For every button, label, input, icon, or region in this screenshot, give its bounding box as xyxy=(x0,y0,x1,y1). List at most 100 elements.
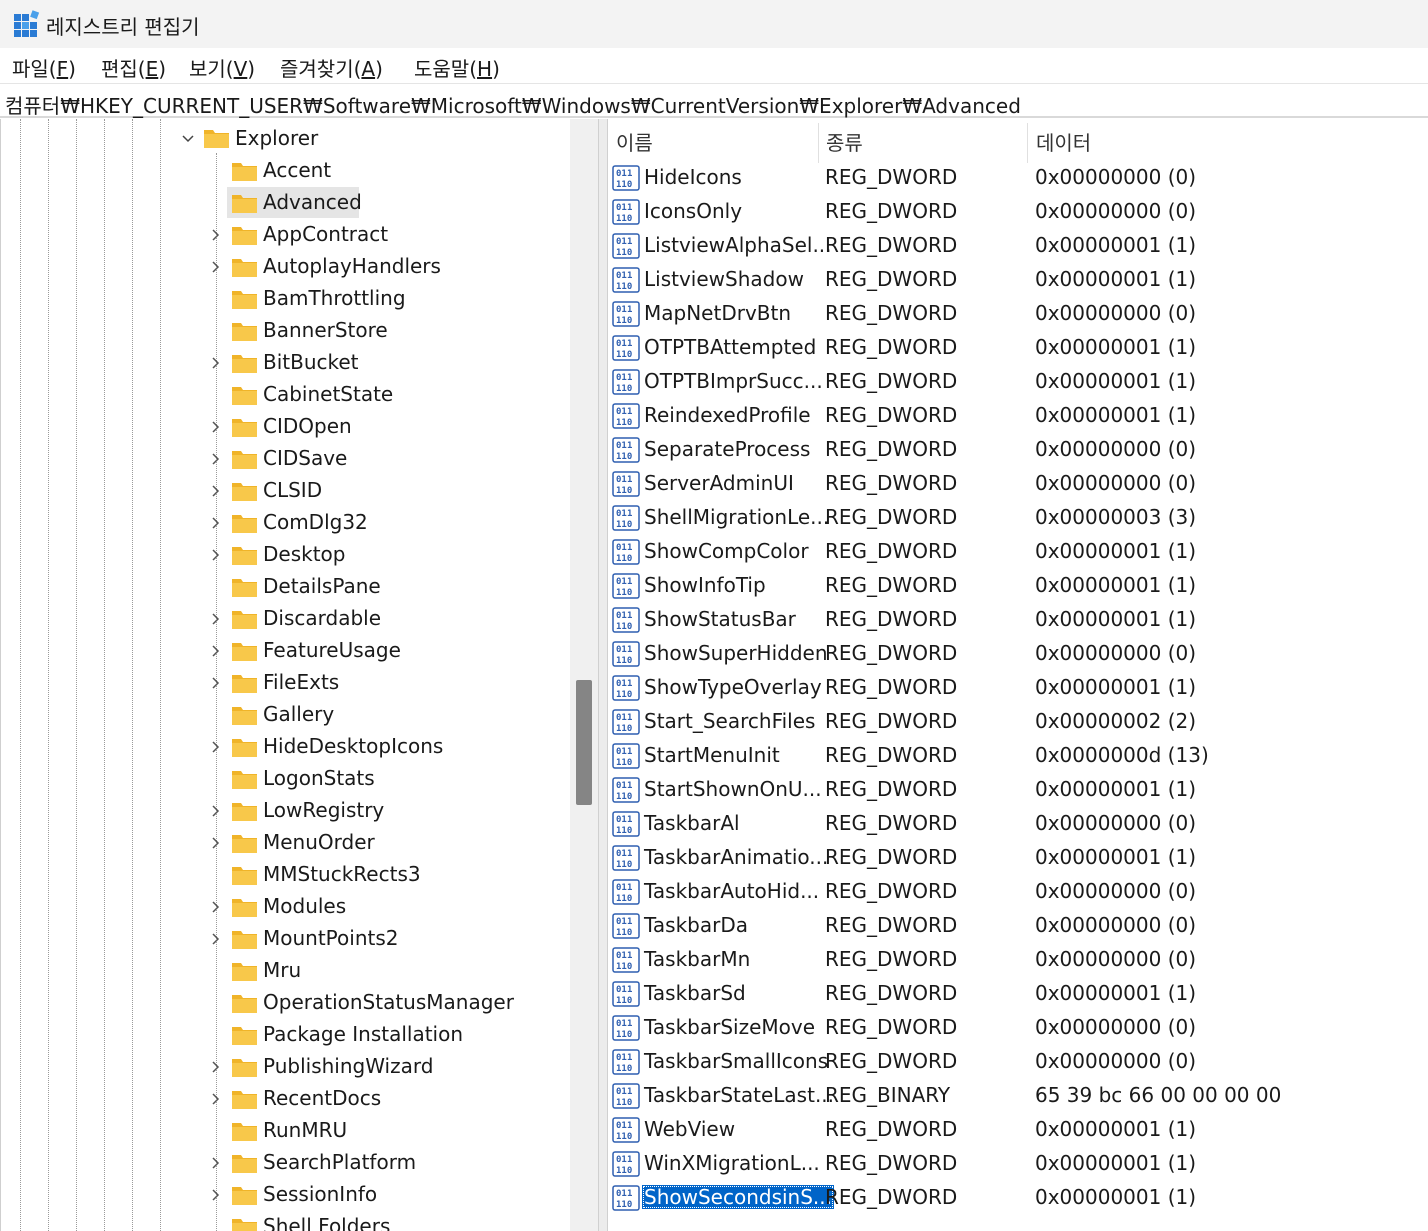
value-row[interactable]: 01 1 110 ServerAdminUI REG_DWORD 0x00000000 (… xyxy=(608,468,1428,502)
chevron-right-icon[interactable] xyxy=(209,900,223,914)
tree-item[interactable]: BannerStore xyxy=(1,315,571,347)
tree-item[interactable]: Advanced xyxy=(1,187,571,219)
tree-item[interactable]: AutoplayHandlers xyxy=(1,251,571,283)
tree-item[interactable]: FeatureUsage xyxy=(1,635,571,667)
menu-help[interactable]: 도움말(H) xyxy=(414,53,500,82)
tree-item[interactable]: LowRegistry xyxy=(1,795,571,827)
chevron-right-icon[interactable] xyxy=(209,484,223,498)
value-row[interactable]: 01 1 110 ShowCompColor REG_DWORD 0x00000001 (… xyxy=(608,536,1428,570)
tree-scrollbar[interactable] xyxy=(570,119,598,1231)
chevron-right-icon[interactable] xyxy=(209,1060,223,1074)
value-name[interactable]: TaskbarDa xyxy=(642,913,750,937)
menu-view[interactable]: 보기(V) xyxy=(189,53,255,82)
value-list[interactable]: 이름 종류 데이터 01 1 110 HideIcons REG_DWORD 0x0000… xyxy=(608,119,1428,1231)
tree-item[interactable]: DetailsPane xyxy=(1,571,571,603)
tree-item[interactable]: Shell Folders xyxy=(1,1211,571,1231)
value-row[interactable]: 01 1 110 TaskbarSd REG_DWORD 0x00000001 (1) xyxy=(608,978,1428,1012)
tree-item[interactable]: Gallery xyxy=(1,699,571,731)
value-name[interactable]: ShowCompColor xyxy=(642,539,811,563)
tree-item[interactable]: MMStuckRects3 xyxy=(1,859,571,891)
chevron-right-icon[interactable] xyxy=(209,644,223,658)
value-name[interactable]: ServerAdminUI xyxy=(642,471,796,495)
tree-item[interactable]: ComDlg32 xyxy=(1,507,571,539)
address-path[interactable]: 컴퓨터₩HKEY_CURRENT_USER₩Software₩Microsoft… xyxy=(5,90,1021,119)
menu-edit[interactable]: 편집(E) xyxy=(101,53,166,82)
column-header-type[interactable]: 종류 xyxy=(818,127,863,167)
value-row[interactable]: 01 1 110 TaskbarSizeMove REG_DWORD 0x00000000… xyxy=(608,1012,1428,1046)
value-row[interactable]: 01 1 110 TaskbarAutoHid... REG_DWORD 0x000000… xyxy=(608,876,1428,910)
tree-item[interactable]: Desktop xyxy=(1,539,571,571)
value-row[interactable]: 01 1 110 ListviewShadow REG_DWORD 0x00000001 … xyxy=(608,264,1428,298)
value-name[interactable]: StartMenuInit xyxy=(642,743,782,767)
value-name[interactable]: OTPTBAttempted xyxy=(642,335,818,359)
tree-item[interactable]: CabinetState xyxy=(1,379,571,411)
tree-item[interactable]: Package Installation xyxy=(1,1019,571,1051)
value-row[interactable]: 01 1 110 ShowStatusBar REG_DWORD 0x00000001 (… xyxy=(608,604,1428,638)
value-row[interactable]: 01 1 110 StartShownOnU... REG_DWORD 0x0000000… xyxy=(608,774,1428,808)
pane-splitter[interactable] xyxy=(598,119,608,1231)
tree-item[interactable]: BitBucket xyxy=(1,347,571,379)
tree-item[interactable]: SessionInfo xyxy=(1,1179,571,1211)
value-name[interactable]: TaskbarStateLast... xyxy=(642,1083,836,1107)
value-name[interactable]: TaskbarSmallIcons xyxy=(642,1049,830,1073)
tree-item[interactable]: Modules xyxy=(1,891,571,923)
chevron-right-icon[interactable] xyxy=(209,1092,223,1106)
chevron-right-icon[interactable] xyxy=(209,420,223,434)
chevron-right-icon[interactable] xyxy=(209,228,223,242)
value-name[interactable]: ShowStatusBar xyxy=(642,607,798,631)
value-row[interactable]: 01 1 110 ShowInfoTip REG_DWORD 0x00000001 (1) xyxy=(608,570,1428,604)
tree-item[interactable]: CLSID xyxy=(1,475,571,507)
value-row[interactable]: 01 1 110 TaskbarAl REG_DWORD 0x00000000 (0) xyxy=(608,808,1428,842)
value-name[interactable]: ListviewShadow xyxy=(642,267,806,291)
value-row[interactable]: 01 1 110 ShowSuperHidden REG_DWORD 0x00000000… xyxy=(608,638,1428,672)
value-name[interactable]: TaskbarMn xyxy=(642,947,752,971)
value-name[interactable]: WebView xyxy=(642,1117,737,1141)
chevron-right-icon[interactable] xyxy=(209,804,223,818)
value-row[interactable]: 01 1 110 TaskbarStateLast... REG_BINARY 65 39… xyxy=(608,1080,1428,1114)
chevron-right-icon[interactable] xyxy=(209,1156,223,1170)
value-name[interactable]: ShowInfoTip xyxy=(642,573,768,597)
value-name[interactable]: TaskbarAnimatio... xyxy=(642,845,830,869)
value-name[interactable]: SeparateProcess xyxy=(642,437,812,461)
chevron-right-icon[interactable] xyxy=(209,612,223,626)
value-row[interactable]: 01 1 110 TaskbarSmallIcons REG_DWORD 0x000000… xyxy=(608,1046,1428,1080)
value-row[interactable]: 01 1 110 ListviewAlphaSel... REG_DWORD 0x0000… xyxy=(608,230,1428,264)
tree-item[interactable]: MountPoints2 xyxy=(1,923,571,955)
value-name[interactable]: ShowTypeOverlay xyxy=(642,675,824,699)
value-name[interactable]: StartShownOnU... xyxy=(642,777,824,801)
tree-item[interactable]: CIDOpen xyxy=(1,411,571,443)
address-bar[interactable]: 컴퓨터₩HKEY_CURRENT_USER₩Software₩Microsoft… xyxy=(0,86,1428,118)
tree-item[interactable]: SearchPlatform xyxy=(1,1147,571,1179)
chevron-right-icon[interactable] xyxy=(209,740,223,754)
chevron-right-icon[interactable] xyxy=(209,260,223,274)
value-name[interactable]: ReindexedProfile xyxy=(642,403,813,427)
chevron-right-icon[interactable] xyxy=(209,932,223,946)
value-row[interactable]: 01 1 110 TaskbarAnimatio... REG_DWORD 0x00000… xyxy=(608,842,1428,876)
tree-item[interactable]: MenuOrder xyxy=(1,827,571,859)
value-name[interactable]: OTPTBImprSucc... xyxy=(642,369,825,393)
tree-item[interactable]: RunMRU xyxy=(1,1115,571,1147)
tree-item[interactable]: PublishingWizard xyxy=(1,1051,571,1083)
chevron-right-icon[interactable] xyxy=(209,676,223,690)
tree-item[interactable]: BamThrottling xyxy=(1,283,571,315)
scrollbar-thumb[interactable] xyxy=(576,680,592,805)
chevron-down-icon[interactable] xyxy=(181,132,195,146)
chevron-right-icon[interactable] xyxy=(209,1188,223,1202)
column-header-name[interactable]: 이름 xyxy=(608,127,653,167)
value-row[interactable]: 01 1 110 SeparateProcess REG_DWORD 0x00000000… xyxy=(608,434,1428,468)
value-row[interactable]: 01 1 110 ShowSecondsinS... REG_DWORD 0x000000… xyxy=(608,1182,1428,1216)
menu-file[interactable]: 파일(F) xyxy=(12,53,76,82)
value-name[interactable]: Start_SearchFiles xyxy=(642,709,817,733)
value-name[interactable]: TaskbarAutoHid... xyxy=(642,879,821,903)
tree-item[interactable]: LogonStats xyxy=(1,763,571,795)
tree-item[interactable]: HideDesktopIcons xyxy=(1,731,571,763)
value-row[interactable]: 01 1 110 StartMenuInit REG_DWORD 0x0000000d (… xyxy=(608,740,1428,774)
value-row[interactable]: 01 1 110 MapNetDrvBtn REG_DWORD 0x00000000 (0… xyxy=(608,298,1428,332)
chevron-right-icon[interactable] xyxy=(209,548,223,562)
value-name[interactable]: ListviewAlphaSel... xyxy=(642,233,834,257)
value-row[interactable]: 01 1 110 OTPTBImprSucc... REG_DWORD 0x0000000… xyxy=(608,366,1428,400)
tree-item[interactable]: Accent xyxy=(1,155,571,187)
tree-item[interactable]: FileExts xyxy=(1,667,571,699)
value-name[interactable]: HideIcons xyxy=(642,165,744,189)
value-row[interactable]: 01 1 110 OTPTBAttempted REG_DWORD 0x00000001 … xyxy=(608,332,1428,366)
